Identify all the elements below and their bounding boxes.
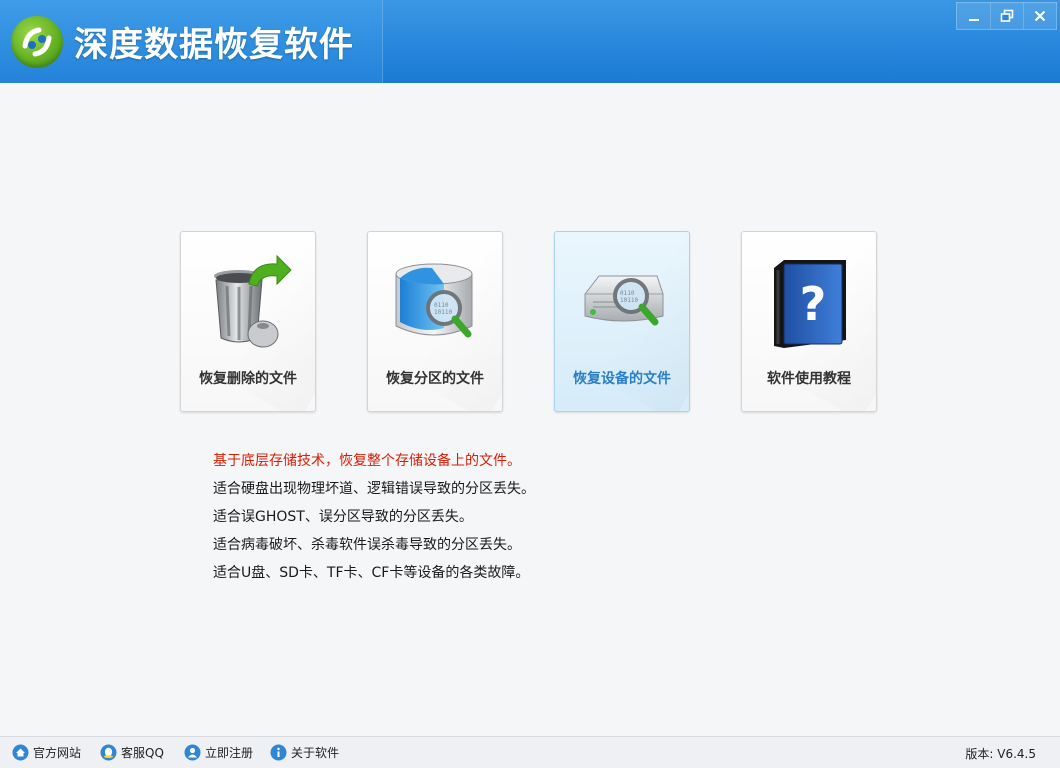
app-title: 深度数据恢复软件 [74, 25, 354, 65]
card-label: 恢复删除的文件 [199, 371, 297, 387]
restore-button[interactable] [990, 3, 1023, 29]
card-tutorial[interactable]: ? 软件使用教程 [741, 231, 877, 412]
user-register-icon [184, 744, 201, 761]
qq-icon [100, 744, 117, 761]
about-software-link[interactable]: 关于软件 [270, 744, 339, 761]
card-recover-partition[interactable]: 0110 10110 恢复分区的文件 [367, 231, 503, 412]
svg-text:10110: 10110 [434, 309, 452, 316]
svg-text:10110: 10110 [620, 297, 638, 304]
feature-description: 基于底层存储技术，恢复整个存储设备上的文件。 适合硬盘出现物理坏道、逻辑错误导致… [213, 451, 535, 591]
svg-text:0110: 0110 [434, 302, 449, 309]
help-book-icon: ? [774, 260, 846, 348]
minimize-icon [968, 19, 979, 21]
app-logo-icon [11, 16, 63, 68]
info-icon [270, 744, 287, 761]
card-recover-deleted[interactable]: 恢复删除的文件 [180, 231, 316, 412]
description-line: 适合硬盘出现物理坏道、逻辑错误导致的分区丢失。 [213, 481, 535, 497]
official-website-link[interactable]: 官方网站 [12, 744, 81, 761]
close-icon [1035, 11, 1045, 21]
card-label: 软件使用教程 [767, 371, 851, 387]
version-label: 版本: V6.4.5 [965, 747, 1036, 761]
home-icon [12, 744, 29, 761]
partition-search-icon: 0110 10110 [395, 263, 473, 338]
customer-service-qq-link[interactable]: 客服QQ [100, 744, 164, 761]
trash-recover-icon [214, 254, 292, 348]
status-link-label: 关于软件 [291, 746, 340, 760]
description-line: 适合U盘、SD卡、TF卡、CF卡等设备的各类故障。 [213, 565, 530, 581]
title-bar: 深度数据恢复软件 [0, 0, 1060, 83]
svg-text:0110: 0110 [620, 290, 635, 297]
status-link-label: 立即注册 [205, 746, 254, 760]
status-link-label: 官方网站 [33, 746, 82, 760]
card-label: 恢复设备的文件 [573, 371, 671, 387]
register-now-link[interactable]: 立即注册 [184, 744, 253, 761]
description-line: 适合误GHOST、误分区导致的分区丢失。 [213, 509, 473, 525]
minimize-button[interactable] [957, 3, 990, 29]
svg-text:?: ? [800, 277, 827, 331]
card-recover-device[interactable]: 0110 10110 恢复设备的文件 [554, 231, 690, 412]
description-highlight: 基于底层存储技术，恢复整个存储设备上的文件。 [213, 453, 521, 469]
card-label: 恢复分区的文件 [386, 371, 484, 387]
restore-icon [1000, 9, 1014, 22]
device-search-icon: 0110 10110 [584, 275, 664, 326]
status-link-label: 客服QQ [121, 746, 164, 760]
status-bar: 官方网站 客服QQ 立即注册 关于软件 版本: V6.4.5 [0, 736, 1060, 768]
window-controls [956, 2, 1057, 30]
close-button[interactable] [1023, 3, 1056, 29]
description-line: 适合病毒破坏、杀毒软件误杀毒导致的分区丢失。 [213, 537, 521, 553]
